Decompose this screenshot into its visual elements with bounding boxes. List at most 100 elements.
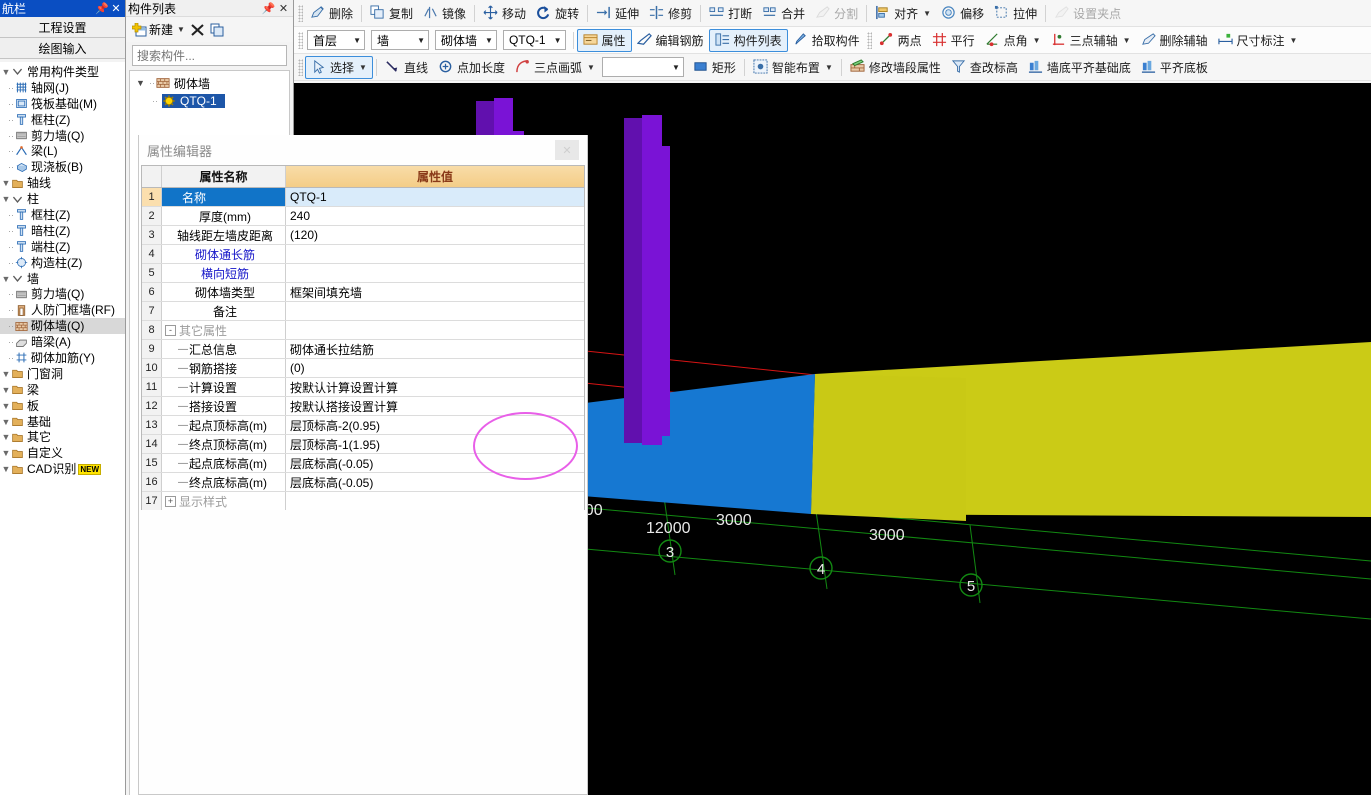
property-row[interactable]: 12— 搭接设置 按默认搭接设置计算 — [142, 396, 584, 415]
property-name-cell[interactable]: — 终点顶标高(m) — [162, 435, 286, 453]
copy-component-button[interactable] — [210, 23, 225, 37]
toolbar-button-three-point-arc[interactable]: 三点画弧 ▼ — [510, 56, 600, 79]
chevron-down-icon[interactable]: ▼ — [1, 274, 11, 284]
toolbar-button-dimension[interactable]: 尺寸标注 ▼ — [1213, 29, 1303, 52]
property-value-cell[interactable]: (0) — [286, 359, 584, 377]
property-value-cell[interactable]: 按默认计算设置计算 — [286, 378, 584, 396]
chevron-down-icon[interactable]: ▼ — [554, 36, 562, 45]
nav-tree-item-4[interactable]: ·· 剪力墙(Q) — [0, 128, 125, 144]
nav-tree-item-3[interactable]: ·· 框柱(Z) — [0, 112, 125, 128]
component-search-box[interactable]: 🔍 — [132, 45, 310, 66]
toolbar-button-component-list[interactable]: 构件列表 — [708, 28, 788, 52]
toolbar-button-align[interactable]: 对齐 ▼ — [870, 2, 936, 25]
masonry-wall-yellow-side[interactable] — [811, 374, 966, 521]
toolbar-button-delete[interactable]: 删除 — [305, 2, 358, 25]
toolbar-button-point-length[interactable]: 点加长度 — [433, 56, 510, 79]
property-value-cell[interactable]: QTQ-1 — [286, 188, 584, 206]
nav-tree-item-17[interactable]: ·· 暗梁(A) — [0, 334, 125, 350]
nav-tree-item-14[interactable]: ·· 剪力墙(Q) — [0, 286, 125, 302]
property-name-cell[interactable]: 厚度(mm) — [162, 207, 286, 225]
nav-tree-item-6[interactable]: ·· 现浇板(B) — [0, 159, 125, 175]
property-row[interactable]: 17 + 显示样式 — [142, 491, 584, 510]
chevron-down-icon[interactable]: ▼ — [1033, 36, 1041, 45]
property-row[interactable]: 5 横向短筋 — [142, 263, 584, 282]
property-name-cell[interactable]: — 终点底标高(m) — [162, 473, 286, 491]
nav-tree-item-13[interactable]: ▼ 墙 — [0, 271, 125, 287]
nav-tree-item-2[interactable]: ·· 筏板基础(M) — [0, 96, 125, 112]
property-row[interactable]: 3 轴线距左墙皮距离 (120) — [142, 225, 584, 244]
property-value-cell[interactable]: 按默认搭接设置计算 — [286, 397, 584, 415]
property-value-cell[interactable] — [286, 264, 584, 282]
chevron-down-icon[interactable]: ▼ — [1, 67, 11, 77]
property-name-cell[interactable]: — 汇总信息 — [162, 340, 286, 358]
toolbar-button-trim[interactable]: 修剪 — [644, 2, 697, 25]
property-row[interactable]: 10— 钢筋搭接 (0) — [142, 358, 584, 377]
blank-select[interactable]: ▼ — [601, 57, 684, 77]
toolbar-button-move[interactable]: 移动 — [478, 2, 531, 25]
toolbar-grip[interactable] — [298, 31, 303, 49]
property-row[interactable]: 9— 汇总信息 砌体通长拉结筋 — [142, 339, 584, 358]
property-name-cell[interactable]: 横向短筋 — [162, 264, 286, 282]
chevron-down-icon[interactable]: ▼ — [1, 417, 11, 427]
property-name-cell[interactable]: — 搭接设置 — [162, 397, 286, 415]
new-component-button[interactable]: 新建 ▼ — [132, 21, 185, 38]
toolbar-button-two-point[interactable]: 两点 — [874, 29, 927, 52]
toolbar-button-align-slab[interactable]: 平齐底板 — [1136, 56, 1213, 79]
property-value-cell[interactable]: 层顶标高-2(0.95) — [286, 416, 584, 434]
property-row[interactable]: 14— 终点顶标高(m) 层顶标高-1(1.95) — [142, 434, 584, 453]
floor-select[interactable]: 首层 ▼ — [307, 30, 365, 50]
chevron-down-icon[interactable]: ▼ — [1123, 36, 1131, 45]
toolbar-button-check-elevation[interactable]: 查改标高 — [946, 56, 1023, 79]
close-icon[interactable]: ✕ — [555, 140, 579, 160]
property-name-cell[interactable]: 砌体墙类型 — [162, 283, 286, 301]
nav-tree-item-23[interactable]: ▼ 其它 — [0, 429, 125, 445]
property-row[interactable]: 7 备注 — [142, 301, 584, 320]
toolbar-button-edit-rebar[interactable]: 编辑钢筋 — [632, 29, 709, 52]
search-input[interactable] — [133, 47, 294, 64]
property-name-cell[interactable]: - 其它属性 — [162, 321, 286, 339]
nav-tab-drawing-input[interactable]: 绘图输入 — [0, 38, 125, 59]
chevron-down-icon[interactable]: ▼ — [1, 194, 11, 204]
chevron-down-icon[interactable]: ▼ — [587, 63, 595, 72]
property-row[interactable]: 6 砌体墙类型 框架间填充墙 — [142, 282, 584, 301]
property-value-cell[interactable] — [286, 245, 584, 263]
toolbar-button-three-point-axis[interactable]: 三点辅轴 ▼ — [1046, 29, 1136, 52]
property-name-cell[interactable]: — 钢筋搭接 — [162, 359, 286, 377]
nav-tree-item-19[interactable]: ▼ 门窗洞 — [0, 366, 125, 382]
delete-component-button[interactable] — [190, 23, 205, 37]
toolbar-button-break[interactable]: 打断 — [704, 2, 757, 25]
nav-tree-item-15[interactable]: ·· 人防门框墙(RF) — [0, 302, 125, 318]
nav-tree-item-10[interactable]: ·· 暗柱(Z) — [0, 223, 125, 239]
property-name-cell[interactable]: — 起点顶标高(m) — [162, 416, 286, 434]
property-row[interactable]: 11— 计算设置 按默认计算设置计算 — [142, 377, 584, 396]
property-value-cell[interactable] — [286, 321, 584, 339]
nav-tree-item-21[interactable]: ▼ 板 — [0, 398, 125, 414]
property-name-cell[interactable]: 轴线距左墙皮距离 — [162, 226, 286, 244]
chevron-down-icon[interactable]: ▼ — [136, 78, 149, 88]
nav-tree-item-7[interactable]: ▼ 轴线 — [0, 175, 125, 191]
toolbar-button-delete-axis[interactable]: 删除辅轴 — [1136, 29, 1213, 52]
type-select[interactable]: 砌体墙 ▼ — [435, 30, 497, 50]
toolbar-button-pick-component[interactable]: 拾取构件 — [788, 29, 865, 52]
toolbar-button-parallel[interactable]: 平行 — [927, 29, 980, 52]
chevron-down-icon[interactable]: ▼ — [1, 385, 11, 395]
property-row[interactable]: 16— 终点底标高(m) 层底标高(-0.05) — [142, 472, 584, 491]
component-tree-item-content[interactable]: 砌体墙 — [156, 75, 210, 92]
toolbar-grip[interactable] — [866, 31, 872, 49]
toolbar-grip[interactable] — [298, 4, 303, 22]
property-value-cell[interactable]: 砌体通长拉结筋 — [286, 340, 584, 358]
chevron-down-icon[interactable]: ▼ — [485, 36, 493, 45]
property-value-cell[interactable]: 240 — [286, 207, 584, 225]
component-tree-item-1[interactable]: ·· QTQ-1 — [130, 92, 289, 110]
toolbar-button-line[interactable]: 直线 — [380, 56, 433, 79]
property-row[interactable]: 2 厚度(mm) 240 — [142, 206, 584, 225]
property-value-cell[interactable] — [286, 302, 584, 320]
toolbar-button-smart-layout[interactable]: 智能布置 ▼ — [748, 56, 838, 79]
category-select[interactable]: 墙 ▼ — [371, 30, 429, 50]
nav-tree-item-0[interactable]: ▼ 常用构件类型 — [0, 64, 125, 80]
property-value-cell[interactable]: 层底标高(-0.05) — [286, 473, 584, 491]
toolbar-button-edit-wall-segment[interactable]: 修改墙段属性 — [845, 56, 946, 79]
chevron-down-icon[interactable]: ▼ — [359, 63, 367, 72]
nav-tab-project-settings[interactable]: 工程设置 — [0, 17, 125, 38]
property-name-cell[interactable]: 名称 — [162, 188, 286, 206]
